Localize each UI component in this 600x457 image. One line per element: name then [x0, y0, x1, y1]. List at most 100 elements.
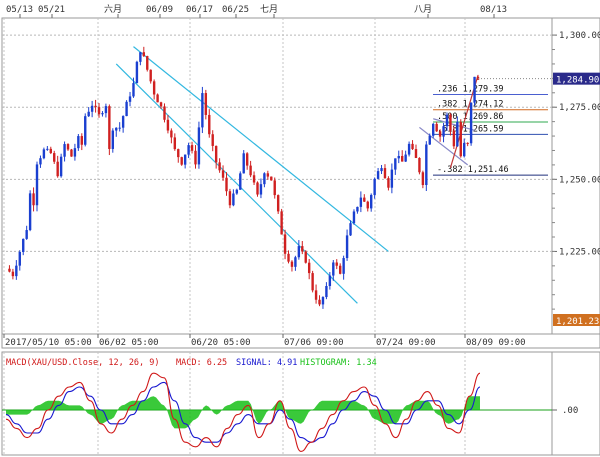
candle-body — [135, 61, 139, 84]
candle-body — [232, 193, 235, 206]
candle-body — [321, 297, 325, 305]
candle-body — [173, 137, 177, 150]
candle-body — [421, 172, 425, 186]
candle-body — [115, 127, 118, 131]
candle-body — [111, 130, 115, 149]
candle-body — [442, 126, 445, 137]
candle-body — [414, 149, 418, 158]
top-date-label: 七月 — [260, 4, 278, 15]
candle-body — [101, 113, 104, 115]
candle-body — [259, 184, 263, 195]
candle-body — [287, 253, 290, 262]
candle-body — [187, 145, 190, 155]
candle-body — [338, 265, 342, 274]
bottom-time-label: 07/24 09:00 — [376, 338, 436, 348]
candle-body — [473, 76, 476, 103]
candle-body — [273, 180, 276, 196]
candle-body — [435, 123, 438, 132]
candle-body — [90, 105, 94, 112]
candle-body — [335, 262, 338, 266]
y-tick-label: 1,275.00 — [559, 103, 600, 113]
macd-y-tick-label: .00 — [562, 406, 578, 416]
candle-body — [139, 52, 142, 62]
candle-body — [404, 154, 407, 162]
candle-body — [25, 230, 28, 239]
candle-body — [387, 178, 390, 188]
fib-level-label: .236 1,279.39 — [437, 85, 504, 95]
candle-body — [201, 93, 204, 128]
candle-body — [432, 123, 435, 136]
macd-legend-entry: MACD: 6.25 — [176, 358, 227, 368]
candle-body — [256, 182, 259, 195]
candle-body — [314, 290, 318, 300]
candle-body — [108, 106, 111, 149]
candle-body — [307, 262, 311, 274]
last-price-label: 1,284.90 — [556, 76, 599, 86]
candle-body — [290, 261, 294, 267]
candle-body — [332, 262, 335, 276]
candle-body — [359, 197, 363, 207]
candle-body — [211, 134, 214, 146]
low-price-label: 1,201.23 — [556, 317, 599, 327]
candle-body — [177, 149, 180, 158]
candle-body — [204, 93, 208, 115]
candle-body — [190, 145, 194, 151]
candle-body — [97, 107, 101, 115]
candle-body — [183, 154, 187, 165]
candle-body — [270, 176, 273, 181]
candle-body — [59, 156, 63, 177]
candle-body — [304, 251, 307, 263]
candle-body — [22, 238, 25, 253]
candle-body — [80, 136, 83, 145]
candle-body — [445, 114, 449, 127]
candle-body — [283, 234, 287, 254]
candle-body — [142, 52, 146, 57]
candle-body — [63, 144, 66, 157]
bottom-time-label: 07/06 09:00 — [284, 338, 344, 348]
candle-body — [197, 127, 201, 165]
candle-body — [235, 189, 239, 194]
candle-body — [452, 130, 456, 147]
macd-title: MACD(XAU/USD.Close, 12, 26, 9) — [6, 358, 160, 368]
candle-body — [369, 194, 373, 209]
y-tick-label: 1,250.00 — [559, 175, 600, 185]
candle-body — [125, 101, 128, 117]
candle-body — [276, 195, 280, 212]
bottom-time-label: 08/09 09:00 — [466, 338, 526, 348]
candle-body — [342, 258, 345, 274]
candle-body — [397, 155, 400, 159]
candle-body — [70, 149, 73, 157]
candle-body — [132, 83, 135, 97]
candle-body — [438, 131, 442, 137]
candle-body — [242, 153, 245, 174]
candle-body — [156, 94, 159, 103]
candle-body — [280, 211, 283, 235]
candle-body — [28, 193, 32, 231]
candle-body — [42, 149, 46, 159]
candle-body — [18, 252, 21, 266]
candle-body — [463, 142, 466, 157]
candle-body — [152, 81, 156, 95]
candle-body — [469, 102, 473, 144]
candle-body — [180, 157, 183, 165]
candle-body — [56, 161, 59, 177]
candle-body — [456, 121, 459, 147]
macd-legend-entry: SIGNAL: 4.91 — [236, 358, 297, 368]
candle-body — [46, 148, 49, 150]
candle-body — [263, 173, 266, 185]
candle-body — [425, 144, 428, 186]
candle-body — [411, 143, 414, 150]
candle-body — [73, 148, 77, 157]
top-date-label: 06/17 — [186, 5, 213, 15]
candle-body — [390, 169, 394, 188]
candle-body — [301, 246, 304, 252]
candle-body — [449, 114, 452, 131]
candle-body — [318, 299, 321, 305]
top-date-label: 06/09 — [146, 5, 173, 15]
candle-body — [266, 173, 270, 177]
macd-axis — [551, 351, 600, 456]
bottom-time-label: 06/20 05:00 — [191, 338, 251, 348]
candle-body — [349, 223, 352, 236]
candle-body — [104, 106, 108, 114]
top-date-label: 08/13 — [480, 5, 507, 15]
